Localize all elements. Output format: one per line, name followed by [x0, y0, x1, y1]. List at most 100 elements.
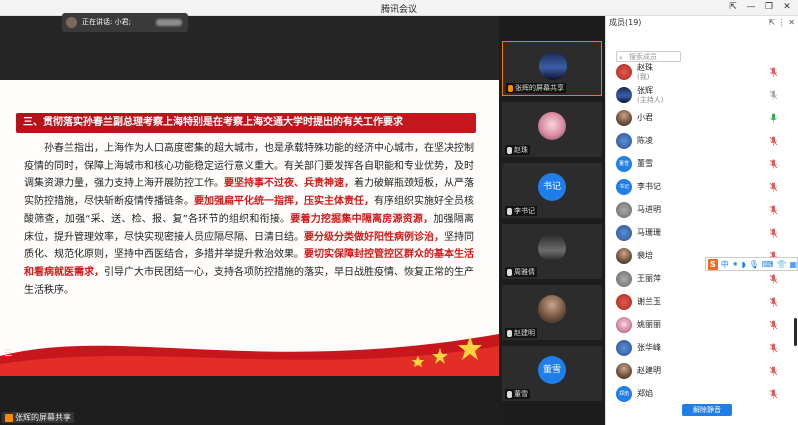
- mic-on-icon[interactable]: [769, 113, 778, 123]
- member-row[interactable]: 小君: [606, 108, 791, 130]
- participant-avatar: [539, 52, 567, 80]
- member-name: 马珊珊: [637, 228, 661, 237]
- member-name: 裴培: [637, 251, 653, 260]
- speaking-text: 正在讲话: 小君;: [82, 18, 131, 26]
- unmute-all-button[interactable]: 解除静音: [682, 404, 732, 416]
- video-tile[interactable]: 董雪 董雪: [502, 346, 602, 401]
- member-avatar: [616, 363, 632, 379]
- member-row[interactable]: 书记 李书记: [606, 177, 791, 199]
- member-row[interactable]: 赵珠 (我): [606, 62, 791, 84]
- video-tile[interactable]: 周雅倩: [502, 224, 602, 279]
- slide-emphasis-text: 要着力挖掘集中隔离房源资源，: [290, 213, 434, 225]
- member-role: (主持人): [637, 96, 664, 104]
- mic-muted-icon[interactable]: [769, 228, 778, 238]
- ime-tool-icon[interactable]: ⁕: [732, 260, 739, 269]
- shared-slide: 三、贯彻落实孙春兰副总理考察上海特别是在考察上海交通大学时提出的有关工作要求 孙…: [0, 80, 499, 376]
- participant-avatar: [538, 234, 566, 262]
- member-row[interactable]: 郑焰 郑焰: [606, 384, 791, 406]
- member-avatar: [616, 317, 632, 333]
- mic-muted-icon[interactable]: [769, 136, 778, 146]
- member-row[interactable]: 谢兰玉: [606, 292, 791, 314]
- participant-name: 周雅倩: [514, 268, 535, 276]
- search-placeholder: 搜索成员: [629, 53, 657, 61]
- member-avatar: 郑焰: [616, 386, 632, 402]
- ime-tool-icon[interactable]: 👕: [776, 260, 786, 269]
- mic-muted-icon[interactable]: [769, 389, 778, 399]
- slide-heading: 三、贯彻落实孙春兰副总理考察上海特别是在考察上海交通大学时提出的有关工作要求: [16, 113, 476, 133]
- member-avatar: [616, 110, 632, 126]
- mic-muted-icon[interactable]: [769, 182, 778, 192]
- member-row[interactable]: 张华峰: [606, 338, 791, 360]
- ime-tool-icon[interactable]: 中: [721, 259, 729, 270]
- participant-name-tag: 赵珠: [505, 145, 530, 155]
- member-avatar: 书记: [616, 179, 632, 195]
- member-row[interactable]: 张辉 (主持人): [606, 85, 791, 107]
- ime-tool-icon[interactable]: ◗: [742, 260, 746, 269]
- member-name: 小君: [637, 113, 653, 122]
- slide-decoration: [0, 334, 499, 376]
- member-name: 姚丽丽: [637, 320, 661, 329]
- member-row[interactable]: 姚丽丽: [606, 315, 791, 337]
- slide-emphasis-text: 要分级分类做好阳性病例诊治，: [304, 231, 444, 243]
- slide-emphasis-text: 要坚持事不过夜、兵贵神速，: [224, 178, 354, 190]
- ime-toolbar[interactable]: S 中 ⁕ ◗ 🎙 ⌨ 👕 ▦: [705, 257, 798, 271]
- mic-muted-icon[interactable]: [769, 297, 778, 307]
- mic-muted-icon[interactable]: [769, 366, 778, 376]
- member-list-scrollbar[interactable]: [794, 318, 797, 346]
- video-tile[interactable]: 张辉的屏幕共享: [502, 41, 602, 96]
- member-row[interactable]: 马珊珊: [606, 223, 791, 245]
- video-tile[interactable]: 赵珠: [502, 102, 602, 157]
- participant-name-tag: 周雅倩: [505, 267, 537, 277]
- members-title: 成员(19): [609, 18, 642, 27]
- minimize-button[interactable]: —: [742, 1, 760, 14]
- speaker-avatar: [66, 17, 77, 28]
- search-input[interactable]: ⌕ 搜索成员: [616, 51, 681, 62]
- video-tile[interactable]: 书记 李书记: [502, 163, 602, 218]
- mic-muted-icon[interactable]: [769, 67, 778, 77]
- participant-name-tag: 张辉的屏幕共享: [506, 83, 566, 93]
- ime-tool-icon[interactable]: ▦: [789, 260, 797, 269]
- mic-icon: [507, 146, 512, 154]
- members-header: 成员(19) ⇱ ⋮ ✕: [606, 16, 798, 30]
- participant-avatar: 董雪: [538, 356, 566, 384]
- participant-name: 张辉的屏幕共享: [515, 84, 564, 92]
- member-avatar: [616, 202, 632, 218]
- member-avatar: 董雪: [616, 156, 632, 172]
- ime-tool-icon[interactable]: 🎙: [749, 260, 759, 269]
- mic-muted-icon[interactable]: [769, 205, 778, 215]
- video-tile[interactable]: 赵建明: [502, 285, 602, 340]
- member-avatar: [616, 294, 632, 310]
- close-button[interactable]: ✕: [778, 1, 796, 14]
- member-avatar: [616, 87, 632, 103]
- member-name: 赵建明: [637, 366, 661, 375]
- mic-muted-icon[interactable]: [769, 90, 778, 100]
- slide-menu-icon[interactable]: ☰: [4, 349, 18, 359]
- member-row[interactable]: 董雪 董雪: [606, 154, 791, 176]
- sogou-logo-icon[interactable]: S: [708, 258, 718, 270]
- participant-avatar: [538, 112, 566, 140]
- mic-muted-icon[interactable]: [769, 159, 778, 169]
- participant-avatar: [538, 295, 566, 323]
- mic-icon: [507, 268, 512, 276]
- pin-button[interactable]: ⇱: [724, 1, 742, 14]
- panel-controls-icon[interactable]: ⇱ ⋮ ✕: [769, 16, 796, 30]
- mic-muted-icon[interactable]: [769, 320, 778, 330]
- member-row[interactable]: 王丽萍: [606, 269, 791, 291]
- member-row[interactable]: 赵建明: [606, 361, 791, 383]
- mic-muted-icon[interactable]: [769, 343, 778, 353]
- participant-name-tag: 董雪: [505, 389, 530, 399]
- member-row[interactable]: 马进明: [606, 200, 791, 222]
- participant-name: 赵建明: [514, 329, 535, 337]
- mic-icon: [507, 207, 512, 215]
- member-avatar: [616, 271, 632, 287]
- screen-share-area[interactable]: 三、贯彻落实孙春兰副总理考察上海特别是在考察上海交通大学时提出的有关工作要求 孙…: [0, 16, 499, 425]
- mic-icon: [507, 329, 512, 337]
- participant-name-tag: 李书记: [505, 206, 537, 216]
- mic-muted-icon[interactable]: [769, 274, 778, 284]
- screen-share-label: 张辉的屏幕共享: [2, 412, 74, 423]
- share-icon: [508, 84, 513, 92]
- maximize-button[interactable]: ❐: [760, 1, 778, 14]
- member-avatar: [616, 64, 632, 80]
- ime-tool-icon[interactable]: ⌨: [762, 260, 774, 269]
- member-row[interactable]: 陈凌: [606, 131, 791, 153]
